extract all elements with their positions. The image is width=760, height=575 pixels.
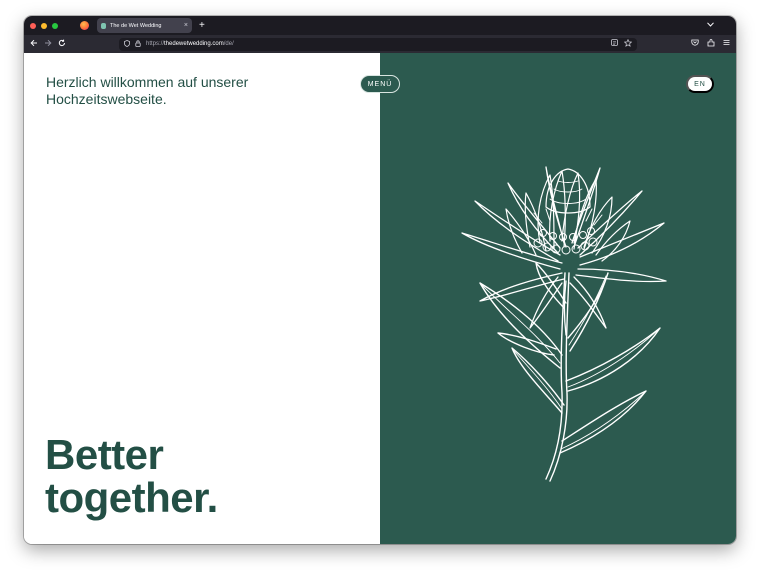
tab-active[interactable]: The de Wet Wedding × [97,18,192,33]
tab-close-icon[interactable]: × [184,22,188,29]
reader-view-icon[interactable] [611,39,618,49]
language-switch-button[interactable]: EN [686,75,714,93]
maximize-window-button[interactable] [52,22,58,29]
url-scheme: https:// [146,41,165,47]
menu-button[interactable]: MENÜ [360,75,400,93]
headline-line-1: Better [45,431,164,478]
lock-icon[interactable] [135,39,141,49]
headline: Better together. [45,433,365,519]
welcome-text: Herzlich willkommen auf unserer Hochzeit… [46,74,249,107]
headline-line-2: together. [45,474,218,521]
pocket-icon[interactable] [691,39,699,49]
window-controls [30,22,58,29]
extensions-icon[interactable] [707,39,715,49]
close-window-button[interactable] [30,22,36,29]
reload-icon[interactable] [55,39,69,49]
right-panel [380,53,736,544]
address-bar-actions [611,38,633,49]
protea-flower-illustration [461,166,667,482]
favicon-icon [101,22,106,29]
page-content: Herzlich willkommen auf unserer Hochzeit… [24,53,736,544]
url-domain: thedewetwedding.com [164,41,224,47]
hamburger-menu-icon[interactable] [723,39,730,49]
left-panel: Herzlich willkommen auf unserer Hochzeit… [24,53,380,544]
tracking-shield-icon[interactable] [124,39,130,49]
browser-tools [691,39,730,49]
forward-arrow-icon[interactable] [41,39,55,49]
tab-title: The de Wet Wedding [110,22,162,29]
back-arrow-icon[interactable] [27,39,41,49]
url-text[interactable]: https://thedewetwedding.com/de/ [146,41,606,47]
browser-window: The de Wet Wedding × + https://thedewetw… [24,16,736,544]
firefox-icon[interactable] [80,21,89,30]
url-path: /de/ [223,41,234,47]
bookmark-star-icon[interactable] [623,38,633,49]
minimize-window-button[interactable] [41,22,47,29]
tab-list-chevron-icon[interactable] [707,22,714,29]
tab-bar: The de Wet Wedding × + [24,16,736,35]
new-tab-button[interactable]: + [199,20,205,31]
navigation-toolbar: https://thedewetwedding.com/de/ [24,35,736,53]
address-bar[interactable]: https://thedewetwedding.com/de/ [119,37,637,51]
